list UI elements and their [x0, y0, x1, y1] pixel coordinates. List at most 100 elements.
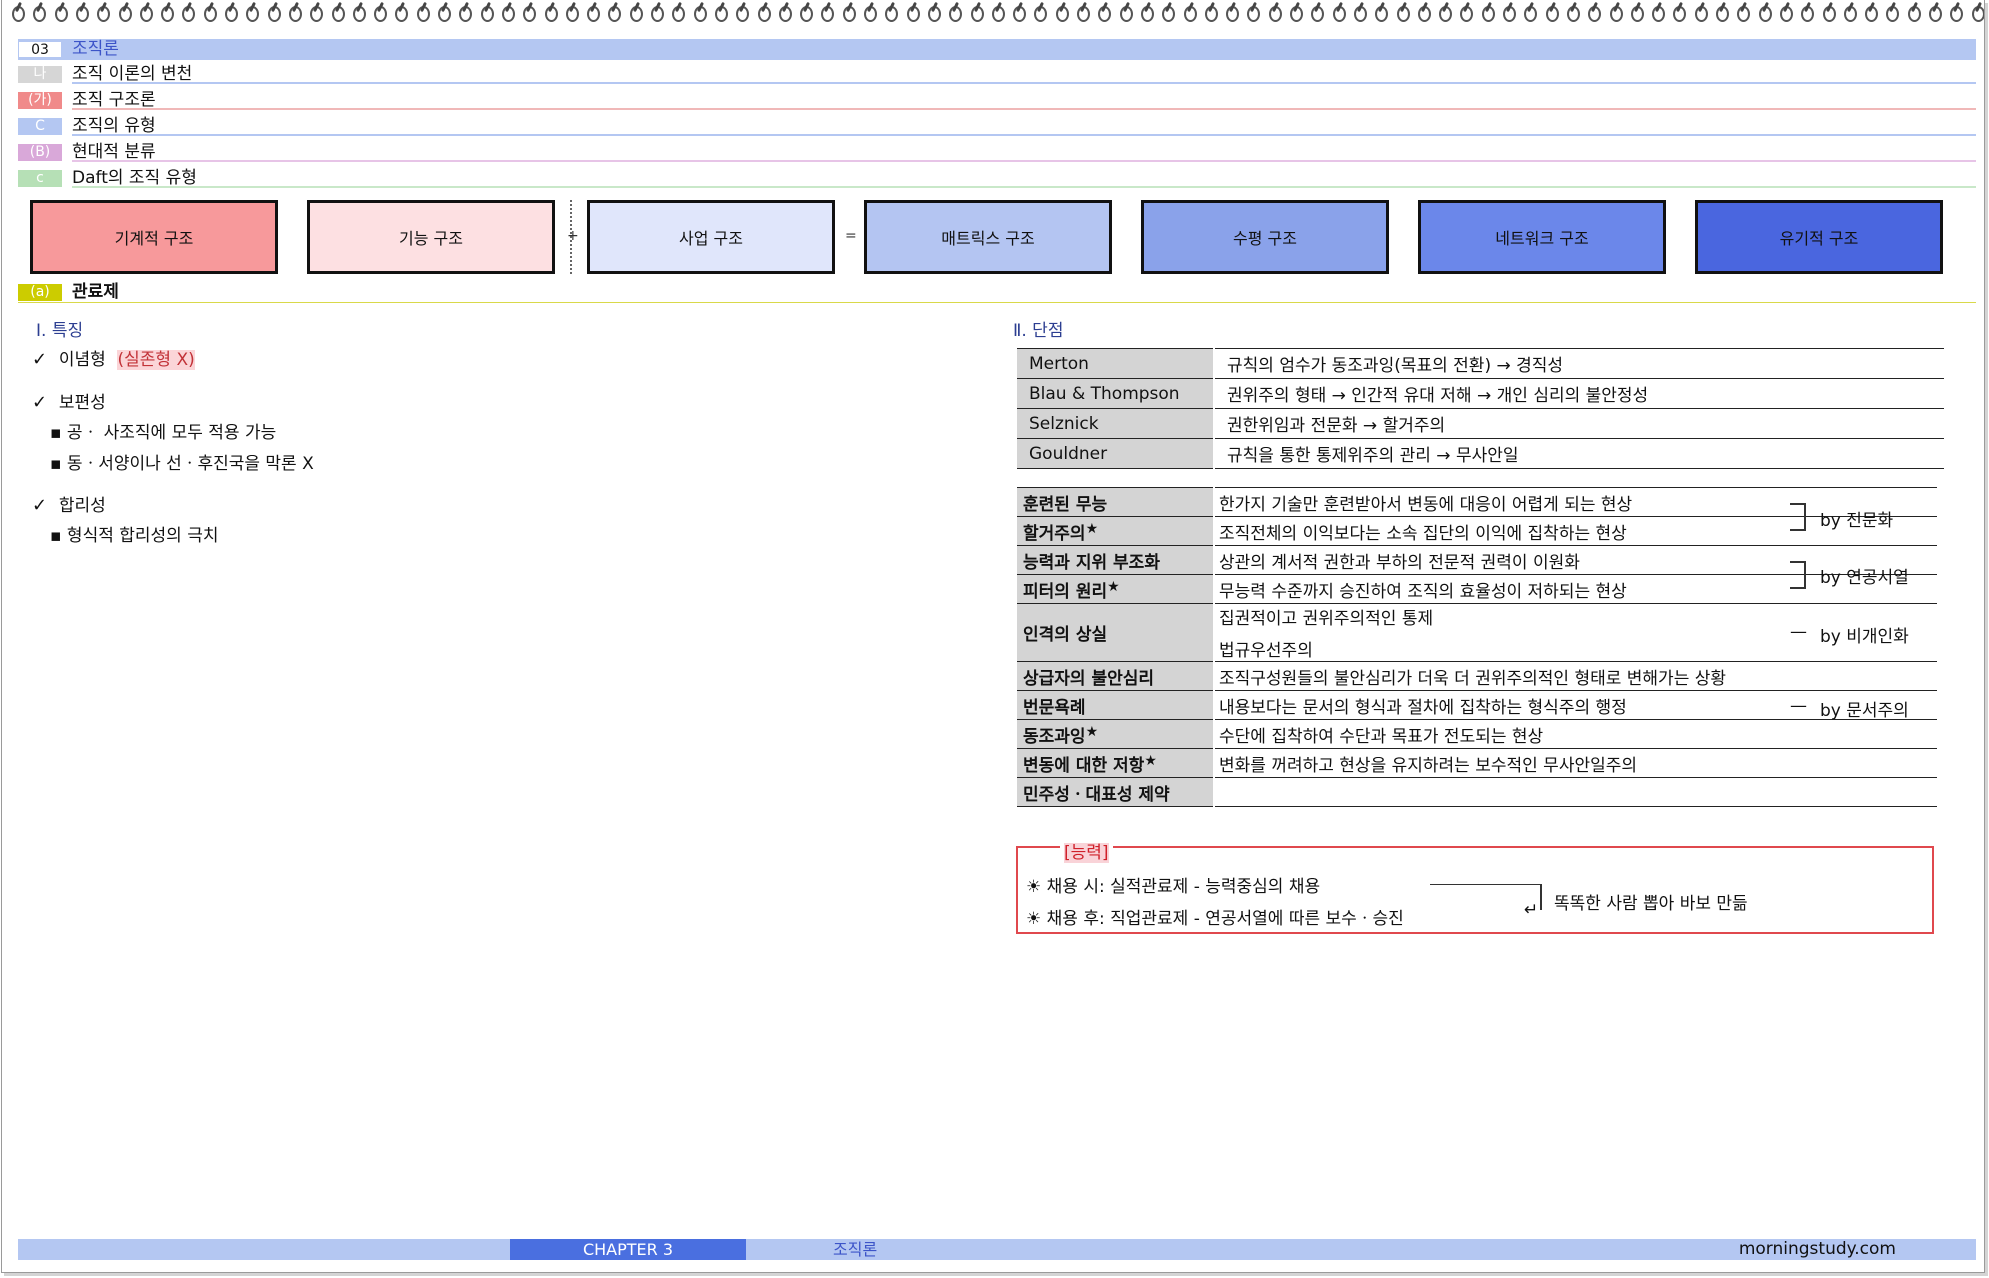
connector-line	[1540, 884, 1542, 910]
by-label-expertise: by 전문화	[1820, 511, 1894, 531]
binding-ring	[479, 2, 494, 22]
binding-ring	[287, 2, 302, 22]
plus-sign: +	[567, 228, 579, 244]
binding-ring	[1054, 2, 1069, 22]
binding-ring	[266, 2, 281, 22]
equals-sign: =	[845, 228, 857, 244]
scholar-name: Selznick	[1017, 408, 1215, 439]
binding-ring	[1821, 2, 1836, 22]
binding-ring	[1884, 2, 1900, 22]
check-icon: ✓	[32, 495, 48, 516]
by-label-impersonal: by 비개인화	[1820, 627, 1909, 647]
scholar-name: Merton	[1017, 348, 1215, 379]
pathology-desc: 조직구성원들의 불안심리가 더욱 더 권위주의적인 형태로 변해가는 상황	[1214, 661, 1937, 691]
bullet-item: ▪ 공ㆍ 사조직에 모두 적용 가능	[50, 423, 277, 443]
pathology-name: 번문욕례	[1017, 690, 1215, 720]
binding-ring	[1970, 2, 1984, 22]
heading-level-3: C 조직의 유형	[18, 116, 1976, 137]
binding-ring	[947, 2, 963, 22]
table-row: Merton 규칙의 엄수가 동조과잉(목표의 전환) → 경직성	[1017, 348, 1944, 379]
binding-ring	[1245, 2, 1261, 22]
scholars-table: Merton 규칙의 엄수가 동조과잉(목표의 전환) → 경직성 Blau & …	[1017, 348, 1944, 469]
heading-underline	[72, 186, 1976, 188]
pathology-name: 훈련된 무능	[1017, 487, 1215, 517]
binding-ring	[1714, 2, 1729, 22]
binding-ring	[1437, 2, 1453, 22]
binding-ring	[926, 2, 941, 22]
binding-ring	[393, 2, 409, 22]
heading-badge: (a)	[18, 284, 62, 301]
binding-ring	[1757, 2, 1772, 22]
binding-ring	[1927, 2, 1942, 22]
structure-box-horizontal: 수평 구조	[1141, 200, 1389, 274]
structure-box-organic: 유기적 구조	[1695, 200, 1943, 274]
binding-ring	[777, 2, 792, 22]
table-row: 변동에 대한 저항★ 변화를 꺼려하고 현상을 유지하려는 보수적인 무사안일주의	[1017, 748, 1937, 778]
binding-ring	[1863, 2, 1879, 22]
binding-ring	[10, 2, 25, 22]
structure-label: 기능 구조	[399, 229, 463, 248]
binding-ring	[351, 2, 366, 22]
binding-ring	[372, 2, 388, 22]
pathology-desc: 수단에 집착하여 수단과 목표가 전도되는 현상	[1214, 719, 1937, 749]
structure-box-network: 네트워크 구조	[1418, 200, 1666, 274]
binding-ring	[1118, 2, 1133, 22]
binding-ring	[95, 2, 111, 22]
ability-legend: [능력]	[1060, 838, 1113, 863]
pathology-name: 민주성ㆍ대표성 제약	[1017, 777, 1215, 807]
binding-ring	[1416, 2, 1431, 22]
table-row: Gouldner 규칙을 통한 통제위주의 관리 → 무사안일	[1017, 438, 1944, 469]
bracket-seniority	[1790, 561, 1806, 589]
binding-ring	[628, 2, 643, 22]
check-item-ideal-type: ✓ 이념형 (실존형 X)	[32, 345, 195, 370]
binding-ring	[649, 2, 664, 22]
heading-underline	[72, 108, 1976, 110]
binding-ring	[543, 2, 558, 22]
bullet-item: ▪ 형식적 합리성의 극치	[50, 526, 219, 546]
check-item-universality: ✓ 보편성	[32, 388, 106, 413]
binding-ring	[415, 2, 430, 22]
binding-ring	[905, 2, 920, 22]
binding-ring	[244, 2, 260, 22]
heading-level-2: (가) 조직 구조론	[18, 90, 1976, 111]
binding-ring	[585, 2, 601, 22]
table-row: 동조과잉★ 수단에 집착하여 수단과 목표가 전도되는 현상	[1017, 719, 1937, 749]
scholar-critique: 규칙을 통한 통제위주의 관리 → 무사안일	[1214, 438, 1944, 469]
binding-ring	[1352, 2, 1367, 22]
binding-ring	[1458, 2, 1474, 22]
check-icon: ✓	[32, 392, 48, 413]
structure-box-divisional: 사업 구조	[587, 200, 835, 274]
by-label-seniority: by 연공서열	[1820, 568, 1909, 588]
footer-bar: CHAPTER 3 조직론 morningstudy.com	[18, 1239, 1976, 1260]
structure-label: 유기적 구조	[1779, 229, 1859, 248]
footer-chapter: CHAPTER 3	[510, 1239, 746, 1260]
binding-ring	[692, 2, 707, 22]
pathology-desc: 변화를 꺼려하고 현상을 유지하려는 보수적인 무사안일주의	[1214, 748, 1937, 778]
binding-ring	[1160, 2, 1176, 22]
binding-ring	[1203, 2, 1218, 22]
check-icon: ✓	[32, 349, 48, 370]
binding-ring	[1735, 2, 1751, 22]
binding-ring	[1331, 2, 1346, 22]
binding-ring	[1267, 2, 1282, 22]
binding-ring	[1693, 2, 1708, 22]
binding-ring	[756, 2, 771, 22]
binding-ring	[1096, 2, 1112, 22]
pathology-name: 피터의 원리★	[1017, 574, 1215, 604]
star-icon: ★	[1144, 752, 1157, 769]
chapter-title: 조직론	[72, 39, 119, 59]
heading-underline	[72, 160, 1976, 162]
binding-ring	[1309, 2, 1325, 22]
binding-ring	[308, 2, 324, 22]
scholar-name: Blau & Thompson	[1017, 378, 1215, 409]
binding-ring	[1075, 2, 1090, 22]
pathology-name: 할거주의★	[1017, 516, 1215, 546]
binding-ring	[1544, 2, 1559, 22]
dash-mark: —	[1790, 622, 1807, 642]
binding-ring	[1608, 2, 1623, 22]
binding-ring	[1032, 2, 1048, 22]
binding-ring	[74, 2, 89, 22]
dash-mark: —	[1790, 696, 1807, 716]
binding-ring	[1480, 2, 1495, 22]
binding-ring	[1395, 2, 1410, 22]
